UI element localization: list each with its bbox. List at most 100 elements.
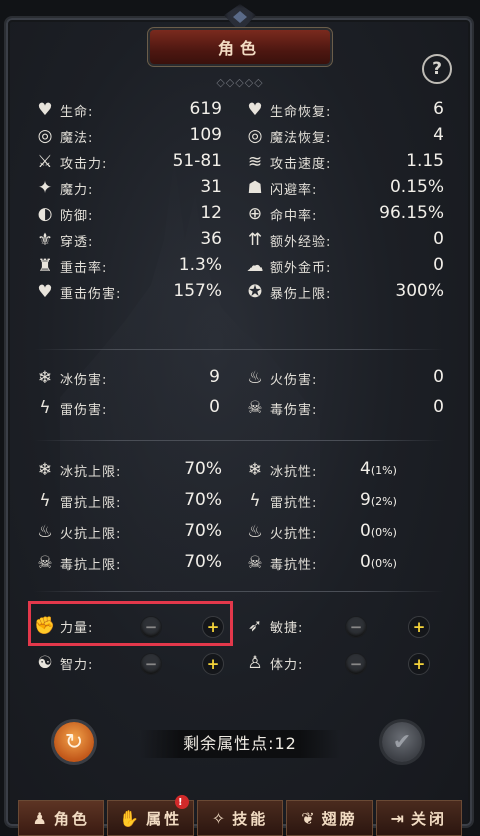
resist-row: ❄ 冰抗上限: [34,458,121,482]
resist-number: 0 [360,552,371,572]
stat-label: 闪避率: [270,182,318,198]
attribute-row: ➶ 敏捷: [244,614,303,638]
poison-resist-icon: ☠ [247,553,263,573]
pierce-icon: ⚜ [37,230,53,250]
gold-icon: ☁ [246,256,264,276]
tab-5[interactable]: ⇥ 关闭 [375,800,463,836]
stat-row: ⊕ 命中率: [244,202,317,226]
damage-label: 火伤害: [270,372,318,388]
damage-row: ♨ 火伤害: [244,366,317,390]
stat-row: ☗ 闪避率: [244,176,317,200]
dodge-icon: ☗ [247,178,263,198]
stat-row: ◎ 魔法恢复: [244,124,331,148]
stat-row: ◐ 防御: [34,202,93,226]
refresh-button[interactable]: ↻ [54,722,94,762]
lightning-resist-icon: ϟ [249,491,261,511]
resist-percent: (2%) [370,495,397,508]
damage-row: ❄ 冰伤害: [34,366,107,390]
stat-value: 1.15 [406,151,444,171]
fire-cap-icon: ♨ [37,522,53,542]
sword-icon: ⚔ [37,152,53,172]
stat-row: ☁ 额外金币: [244,254,331,278]
stat-row: ✪ 暴伤上限: [244,280,331,304]
resist-value: 0(0%) [360,552,450,572]
page-title: 角色 [217,39,262,58]
crit-cap-icon: ✪ [247,282,263,302]
resist-row: ♨ 火抗性: [244,520,317,544]
resist-number: 4 [360,459,371,479]
stat-label: 攻击力: [60,156,108,172]
agility-icon: ➶ [247,616,263,636]
exp-icon: ⇈ [247,230,263,250]
decrease-button[interactable]: − [345,616,367,638]
damage-label: 雷伤害: [60,402,108,418]
resist-row: ϟ 雷抗性: [244,489,317,513]
resist-row: ☠ 毒抗上限: [34,551,121,575]
ice-resist-icon: ❄ [247,460,263,480]
damage-row: ϟ 雷伤害: [34,396,107,420]
increase-button[interactable]: + [408,616,430,638]
help-button[interactable]: ? [422,54,452,84]
stat-value: 12 [200,203,222,223]
heart-icon: ♥ [37,100,53,120]
check-icon: ✔ [392,729,412,755]
intellect-icon: ☯ [37,653,53,673]
stat-value: 96.15% [379,203,444,223]
stat-value: 31 [200,177,222,197]
shield-icon: ◐ [37,204,53,224]
close-tab-icon: ⇥ [390,808,408,828]
tab-2[interactable]: ✋ 属性! [107,795,194,836]
stat-label: 魔力: [60,182,94,198]
fire-resist-icon: ♨ [247,522,263,542]
stat-label: 额外金币: [270,260,332,276]
lightning-cap-icon: ϟ [39,491,51,511]
stat-label: 额外经验: [270,234,332,250]
increase-button[interactable]: + [408,653,430,675]
attribute-label: 体力: [270,657,304,673]
attribute-label: 智力: [60,657,94,673]
resist-label: 雷抗上限: [60,495,122,511]
stat-row: ✦ 魔力: [34,176,93,200]
speed-icon: ≋ [247,152,263,172]
bottom-tabs: ♟ 角色 ✋ 属性! ✧ 技能 ❦ 翅膀 ⇥ 关闭 [18,795,463,836]
resist-label: 冰抗性: [270,464,318,480]
tab-label: 翅膀 [321,809,358,828]
stat-value: 51-81 [172,151,222,171]
ice-icon: ❄ [37,368,53,388]
decrease-button[interactable]: − [140,653,162,675]
skills-tab-icon: ✧ [211,808,229,828]
crit-damage-icon: ♥ [37,282,53,302]
resist-value: 70% [184,521,222,541]
stat-row: ♥ 生命: [34,98,93,122]
refresh-icon: ↻ [64,729,84,755]
stat-label: 重击率: [60,260,108,276]
tab-label: 属性 [146,809,183,828]
stat-row: ◎ 魔法: [34,124,93,148]
damage-row: ☠ 毒伤害: [244,396,317,420]
lightning-icon: ϟ [39,398,51,418]
stat-value: 36 [200,229,222,249]
resist-value: 9(2%) [360,490,450,510]
damage-label: 毒伤害: [270,402,318,418]
confirm-button[interactable]: ✔ [382,722,422,762]
divider-ornament: ◇◇◇◇◇ [216,76,264,89]
tab-3[interactable]: ✧ 技能 [196,800,284,836]
stat-value: 6 [433,99,444,119]
stat-value: 1.3% [178,255,222,275]
resist-label: 雷抗性: [270,495,318,511]
attribute-row: ☯ 智力: [34,651,93,675]
fire-icon: ♨ [247,368,263,388]
stat-label: 穿透: [60,234,94,250]
resist-row: ☠ 毒抗性: [244,551,317,575]
magic-wand-icon: ✦ [37,178,53,198]
increase-button[interactable]: + [202,653,224,675]
stat-label: 生命: [60,104,94,120]
decrease-button[interactable]: − [345,653,367,675]
resist-label: 毒抗上限: [60,557,122,573]
tab-1[interactable]: ♟ 角色 [18,800,105,836]
highlight-box [28,601,233,646]
resist-percent: (0%) [370,557,397,570]
tab-4[interactable]: ❦ 翅膀 [286,800,373,836]
stat-row: ♜ 重击率: [34,254,107,278]
resist-value: 0(0%) [360,521,450,541]
